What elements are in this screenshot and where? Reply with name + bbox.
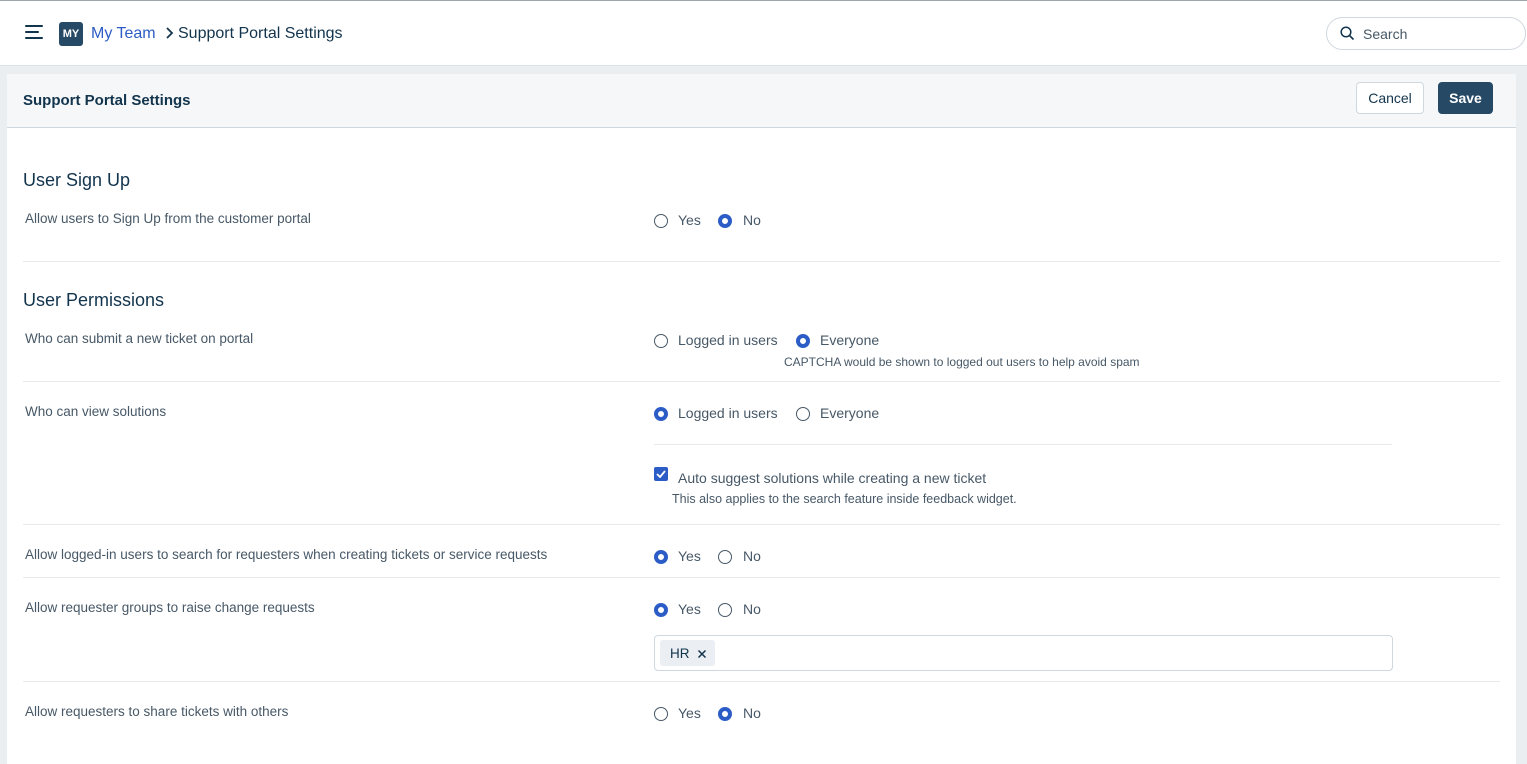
divider: [23, 577, 1500, 578]
tag-label: HR: [670, 646, 690, 661]
submit-ticket-everyone-label[interactable]: Everyone: [820, 332, 879, 348]
hamburger-menu-icon[interactable]: [25, 25, 45, 41]
chevron-right-icon: [166, 27, 174, 39]
divider: [23, 261, 1500, 262]
share-tickets-label: Allow requesters to share tickets with o…: [25, 704, 289, 719]
submit-ticket-everyone-radio[interactable]: [796, 334, 810, 348]
breadcrumb-team-link[interactable]: My Team: [91, 25, 156, 43]
team-badge: MY: [59, 22, 83, 46]
divider: [23, 681, 1500, 682]
change-requests-no-label[interactable]: No: [743, 601, 761, 617]
close-icon[interactable]: [696, 648, 708, 660]
share-tickets-no-label[interactable]: No: [743, 705, 761, 721]
cancel-button[interactable]: Cancel: [1356, 82, 1424, 114]
divider: [23, 524, 1500, 525]
search-requesters-label: Allow logged-in users to search for requ…: [25, 547, 548, 562]
search-requesters-no-radio[interactable]: [718, 550, 732, 564]
search-box[interactable]: [1326, 17, 1526, 50]
allow-signup-yes-radio[interactable]: [654, 214, 668, 228]
view-solutions-logged-in-radio[interactable]: [654, 407, 668, 421]
submit-ticket-logged-in-label[interactable]: Logged in users: [678, 332, 778, 348]
captcha-hint: CAPTCHA would be shown to logged out use…: [784, 355, 1140, 369]
divider: [654, 444, 1392, 445]
view-solutions-everyone-label[interactable]: Everyone: [820, 405, 879, 421]
change-requests-no-radio[interactable]: [718, 603, 732, 617]
submit-ticket-logged-in-radio[interactable]: [654, 334, 668, 348]
breadcrumb-current: Support Portal Settings: [178, 25, 343, 42]
search-requesters-no-label[interactable]: No: [743, 548, 761, 564]
change-requests-yes-radio[interactable]: [654, 603, 668, 617]
check-icon: [656, 470, 666, 478]
view-solutions-logged-in-label[interactable]: Logged in users: [678, 405, 778, 421]
divider: [23, 381, 1500, 382]
allow-signup-no-radio[interactable]: [718, 214, 732, 228]
share-tickets-yes-radio[interactable]: [654, 707, 668, 721]
auto-suggest-hint: This also applies to the search feature …: [672, 492, 1017, 506]
allow-signup-yes-label[interactable]: Yes: [678, 212, 701, 228]
allow-signup-label: Allow users to Sign Up from the customer…: [25, 211, 311, 226]
panel-header: Support Portal Settings Cancel Save: [7, 74, 1516, 128]
settings-panel: Support Portal Settings Cancel Save User…: [7, 74, 1516, 764]
top-header: MY My Team Support Portal Settings: [0, 0, 1527, 66]
allow-signup-no-label[interactable]: No: [743, 212, 761, 228]
change-requests-yes-label[interactable]: Yes: [678, 601, 701, 617]
section-title-user-permissions: User Permissions: [23, 290, 165, 310]
view-solutions-everyone-radio[interactable]: [796, 407, 810, 421]
page-title: Support Portal Settings: [23, 92, 191, 109]
save-button[interactable]: Save: [1438, 82, 1493, 114]
requester-groups-input[interactable]: HR: [654, 635, 1393, 671]
auto-suggest-checkbox[interactable]: [654, 467, 668, 481]
tag-chip: HR: [660, 640, 715, 666]
search-requesters-yes-radio[interactable]: [654, 550, 668, 564]
change-requests-label: Allow requester groups to raise change r…: [25, 600, 315, 615]
search-requesters-yes-label[interactable]: Yes: [678, 548, 701, 564]
share-tickets-yes-label[interactable]: Yes: [678, 705, 701, 721]
section-title-user-signup: User Sign Up: [23, 170, 131, 190]
search-input[interactable]: [1363, 24, 1513, 44]
view-solutions-label: Who can view solutions: [25, 404, 167, 419]
submit-ticket-label: Who can submit a new ticket on portal: [25, 331, 254, 346]
search-icon: [1340, 26, 1355, 41]
share-tickets-no-radio[interactable]: [718, 707, 732, 721]
auto-suggest-label[interactable]: Auto suggest solutions while creating a …: [678, 470, 986, 486]
